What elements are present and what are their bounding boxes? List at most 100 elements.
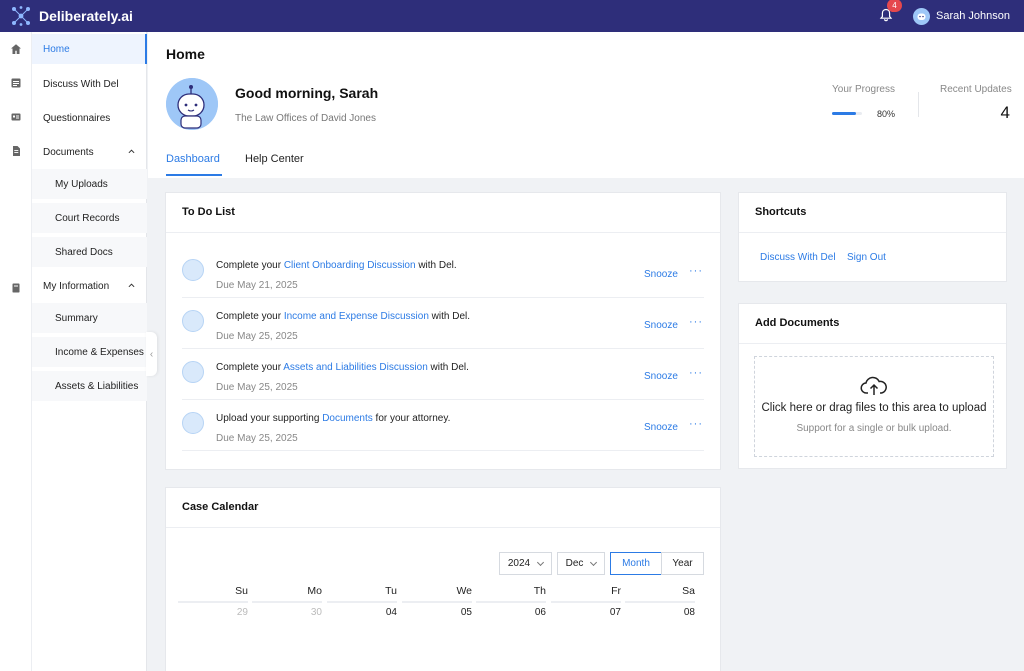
todo-link[interactable]: Documents [322, 413, 373, 424]
chevron-up-icon [128, 283, 135, 288]
todo-due-date: Due May 25, 2025 [216, 331, 298, 342]
icon-rail: » [0, 32, 32, 671]
nav-discuss-with-del[interactable]: Discuss With Del [32, 69, 147, 99]
robot-icon [182, 361, 204, 383]
year-mode-button[interactable]: Year [661, 552, 704, 575]
calendar-day[interactable]: 08 [625, 601, 695, 621]
more-options-icon[interactable]: ··· [689, 418, 703, 430]
nav-label: Home [43, 43, 70, 55]
weekday-header: Tu [385, 585, 397, 597]
card-divider [739, 232, 1006, 233]
add-documents-card: Add Documents Click here or drag files t… [738, 303, 1007, 469]
nav-documents[interactable]: Documents [32, 137, 147, 167]
todo-item: Complete your Income and Expense Discuss… [182, 298, 704, 349]
weekday-header: Sa [682, 585, 695, 597]
todo-text-pre: Complete your [216, 362, 284, 373]
todo-item: Upload your supporting Documents for you… [182, 400, 704, 451]
month-mode-button[interactable]: Month [610, 552, 662, 575]
info-book-icon[interactable] [9, 281, 23, 295]
nav-court-records[interactable]: Court Records [32, 203, 147, 233]
nav-label: Questionnaires [43, 112, 111, 124]
header-divider [918, 92, 919, 117]
robot-avatar-icon [917, 13, 926, 20]
nav-summary[interactable]: Summary [32, 303, 147, 333]
todo-item: Complete your Assets and Liabilities Dis… [182, 349, 704, 400]
calendar-day[interactable]: 06 [476, 601, 546, 621]
todo-link[interactable]: Assets and Liabilities Discussion [283, 362, 428, 373]
add-documents-title: Add Documents [755, 317, 840, 329]
nav-label: My Information [43, 280, 110, 292]
nav-shared-docs[interactable]: Shared Docs [32, 237, 147, 267]
page-header: Home Good morning, Sarah The Law Offices… [148, 32, 1024, 178]
todo-text-pre: Complete your [216, 260, 284, 271]
year-select[interactable]: 2024 [499, 552, 552, 575]
home-icon[interactable] [9, 42, 23, 56]
collapse-sidebar-button[interactable]: ‹ [146, 332, 157, 376]
robot-icon [182, 259, 204, 281]
todo-text-post: with Del. [427, 362, 469, 373]
todo-card: To Do List Complete your Client Onboardi… [165, 192, 721, 470]
cloud-upload-icon [860, 376, 887, 395]
todo-text-pre: Upload your supporting [216, 413, 323, 424]
top-bar: Deliberately.ai 4 Sarah Johnson [0, 0, 1024, 32]
snooze-button[interactable]: Snooze [644, 320, 678, 331]
chat-icon[interactable] [9, 76, 23, 90]
todo-link[interactable]: Client Onboarding Discussion [284, 260, 416, 271]
nav-label: Discuss With Del [43, 78, 119, 90]
nav-income-expenses[interactable]: Income & Expenses [32, 337, 147, 367]
more-options-icon[interactable]: ··· [689, 265, 703, 277]
more-options-icon[interactable]: ··· [689, 316, 703, 328]
snooze-button[interactable]: Snooze [644, 269, 678, 280]
snooze-button[interactable]: Snooze [644, 371, 678, 382]
notifications-button[interactable]: 4 [879, 0, 902, 24]
weekday-header: Th [533, 585, 546, 597]
assistant-avatar [166, 78, 218, 130]
user-name[interactable]: Sarah Johnson [936, 10, 1010, 22]
weekday-header: Mo [307, 585, 322, 597]
chevron-up-icon [128, 149, 135, 154]
nav-home[interactable]: Home [32, 34, 147, 64]
todo-text-pre: Complete your [216, 311, 284, 322]
user-avatar[interactable] [913, 7, 930, 25]
logo-icon [12, 6, 30, 26]
calendar-title: Case Calendar [182, 501, 259, 513]
document-icon[interactable] [9, 144, 23, 158]
upload-dropzone[interactable]: Click here or drag files to this area to… [754, 356, 994, 457]
calendar-day[interactable]: 29 [178, 601, 248, 621]
nav-my-information[interactable]: My Information [32, 271, 147, 301]
page-title: Home [166, 46, 205, 62]
nav-label: Summary [55, 312, 98, 324]
snooze-button[interactable]: Snooze [644, 422, 678, 433]
nav-assets-liabilities[interactable]: Assets & Liabilities [32, 371, 147, 401]
todo-title: To Do List [182, 206, 235, 218]
calendar-day[interactable]: 05 [402, 601, 472, 621]
month-select-value: Dec [565, 558, 584, 569]
questionnaire-icon[interactable] [9, 110, 23, 124]
shortcut-sign-out[interactable]: Sign Out [847, 252, 886, 263]
nav-questionnaires[interactable]: Questionnaires [32, 103, 147, 133]
brand-logo[interactable]: Deliberately.ai [10, 5, 133, 27]
progress-percent: 80% [877, 109, 896, 119]
todo-text: Complete your Income and Expense Discuss… [216, 311, 470, 322]
todo-due-date: Due May 21, 2025 [216, 280, 298, 291]
shortcut-discuss-with-del[interactable]: Discuss With Del [760, 252, 836, 263]
shortcuts-title: Shortcuts [755, 206, 807, 218]
nav-my-uploads[interactable]: My Uploads [32, 169, 147, 199]
month-select[interactable]: Dec [557, 552, 605, 575]
todo-text: Complete your Client Onboarding Discussi… [216, 260, 457, 271]
tab-dashboard[interactable]: Dashboard [166, 153, 220, 165]
shortcuts-card: Shortcuts Discuss With Del Sign Out [738, 192, 1007, 282]
todo-link[interactable]: Income and Expense Discussion [284, 311, 429, 322]
notification-badge: 4 [887, 0, 902, 12]
more-options-icon[interactable]: ··· [689, 367, 703, 379]
dropzone-hint: Support for a single or bulk upload. [796, 423, 952, 434]
firm-name: The Law Offices of David Jones [235, 113, 376, 124]
case-calendar-card: Case Calendar 2024 Dec Month Year Su Mo … [165, 487, 721, 671]
calendar-day[interactable]: 04 [327, 601, 397, 621]
recent-updates-label: Recent Updates [940, 84, 1012, 95]
calendar-day[interactable]: 07 [551, 601, 621, 621]
nav-label: Assets & Liabilities [55, 380, 139, 392]
todo-text-post: with Del. [415, 260, 457, 271]
tab-help-center[interactable]: Help Center [245, 153, 304, 165]
calendar-day[interactable]: 30 [252, 601, 322, 621]
